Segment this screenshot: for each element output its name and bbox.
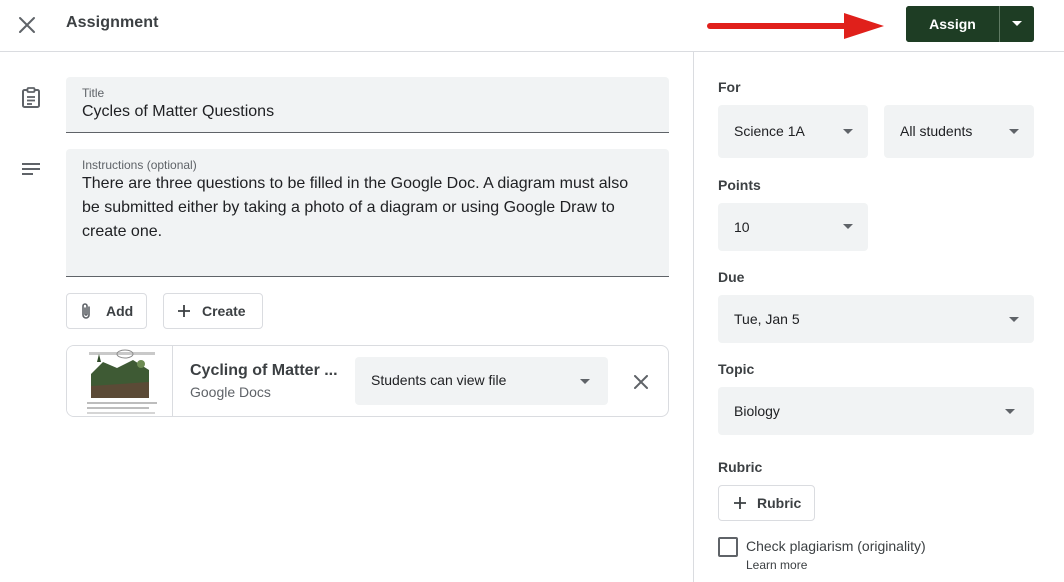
title-field-label: Title bbox=[82, 86, 105, 100]
assign-button-group: Assign bbox=[906, 6, 1034, 42]
attachment-title[interactable]: Cycling of Matter ... bbox=[190, 362, 338, 380]
instructions-line: There are three questions to be filled i… bbox=[82, 175, 629, 192]
due-label: Due bbox=[718, 269, 745, 285]
points-value: 10 bbox=[734, 219, 750, 235]
plus-icon bbox=[734, 497, 746, 509]
title-field[interactable]: Title Cycles of Matter Questions bbox=[66, 77, 669, 133]
learn-more-link[interactable]: Learn more bbox=[746, 558, 807, 572]
permission-dropdown[interactable]: Students can view file bbox=[355, 357, 608, 405]
assign-button[interactable]: Assign bbox=[906, 6, 999, 42]
title-field-value: Cycles of Matter Questions bbox=[82, 103, 275, 120]
close-icon bbox=[634, 375, 648, 389]
students-value: All students bbox=[900, 123, 973, 139]
caret-down-icon bbox=[1009, 129, 1019, 134]
caret-down-icon bbox=[843, 129, 853, 134]
page-title: Assignment bbox=[66, 14, 159, 31]
rubric-button-label: Rubric bbox=[757, 495, 802, 511]
caret-down-icon bbox=[843, 224, 853, 229]
close-icon bbox=[19, 17, 35, 33]
notes-icon bbox=[18, 157, 44, 181]
document-thumbnail bbox=[67, 346, 173, 416]
add-rubric-button[interactable]: Rubric bbox=[718, 485, 815, 521]
due-dropdown[interactable]: Tue, Jan 5 bbox=[718, 295, 1034, 343]
header-bar: Assignment Assign bbox=[0, 0, 1064, 52]
rubric-label: Rubric bbox=[718, 459, 763, 475]
topic-dropdown[interactable]: Biology bbox=[718, 387, 1034, 435]
attachment-type: Google Docs bbox=[190, 384, 271, 400]
class-value: Science 1A bbox=[734, 123, 805, 139]
create-button[interactable]: Create bbox=[163, 293, 263, 329]
points-label: Points bbox=[718, 177, 761, 193]
students-dropdown[interactable]: All students bbox=[884, 105, 1034, 158]
instructions-line: create one. bbox=[82, 223, 163, 240]
assign-options-button[interactable] bbox=[1000, 6, 1034, 42]
plagiarism-checkbox[interactable] bbox=[718, 537, 738, 557]
plagiarism-label: Check plagiarism (originality) bbox=[746, 538, 926, 554]
paperclip-icon bbox=[82, 303, 90, 319]
caret-down-icon bbox=[580, 379, 590, 384]
caret-down-icon bbox=[1005, 409, 1015, 414]
attachment-card[interactable]: Cycling of Matter ... Google Docs Studen… bbox=[66, 345, 669, 417]
panel-divider bbox=[693, 52, 694, 582]
add-button[interactable]: Add bbox=[66, 293, 147, 329]
topic-value: Biology bbox=[734, 403, 780, 419]
permission-value: Students can view file bbox=[371, 372, 507, 388]
caret-down-icon bbox=[1012, 21, 1022, 26]
close-button[interactable] bbox=[14, 12, 40, 38]
add-button-label: Add bbox=[106, 303, 134, 319]
create-button-label: Create bbox=[202, 303, 246, 319]
caret-down-icon bbox=[1009, 317, 1019, 322]
topic-label: Topic bbox=[718, 361, 755, 377]
instructions-field[interactable]: Instructions (optional) There are three … bbox=[66, 149, 669, 277]
red-arrow-annotation bbox=[707, 13, 884, 39]
due-value: Tue, Jan 5 bbox=[734, 311, 800, 327]
instructions-field-label: Instructions (optional) bbox=[82, 158, 197, 172]
clipboard-icon bbox=[18, 85, 44, 111]
points-dropdown[interactable]: 10 bbox=[718, 203, 868, 251]
for-label: For bbox=[718, 79, 741, 95]
plus-icon bbox=[178, 305, 190, 317]
instructions-line: be submitted either by taking a photo of… bbox=[82, 199, 615, 216]
remove-attachment-button[interactable] bbox=[627, 368, 655, 396]
class-dropdown[interactable]: Science 1A bbox=[718, 105, 868, 158]
